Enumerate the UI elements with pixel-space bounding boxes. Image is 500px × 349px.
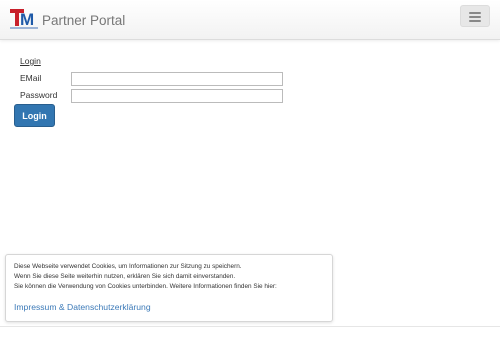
password-field[interactable] bbox=[71, 89, 283, 103]
email-label: EMail bbox=[20, 73, 42, 83]
company-logo: M bbox=[10, 9, 38, 31]
login-button[interactable]: Login bbox=[14, 104, 55, 127]
email-field[interactable] bbox=[71, 72, 283, 86]
login-heading: Login bbox=[20, 56, 41, 66]
cookie-notice-line: Diese Webseite verwendet Cookies, um Inf… bbox=[14, 263, 242, 270]
cookie-notice: Diese Webseite verwendet Cookies, um Inf… bbox=[5, 254, 333, 322]
navbar-toggle-button[interactable] bbox=[460, 5, 490, 27]
logo-lettering: M bbox=[20, 10, 34, 29]
password-label: Password bbox=[20, 90, 58, 100]
top-navbar: M Partner Portal bbox=[0, 0, 500, 40]
portal-title: Partner Portal bbox=[42, 12, 126, 28]
divider bbox=[0, 326, 500, 327]
brand-home-link[interactable]: M Partner Portal bbox=[10, 8, 125, 32]
privacy-policy-link[interactable]: Impressum & Datenschutzerklärung bbox=[14, 302, 151, 312]
cookie-notice-line: Wenn Sie diese Seite weiterhin nutzen, e… bbox=[14, 273, 236, 280]
cookie-notice-line: Sie können die Verwendung von Cookies un… bbox=[14, 283, 277, 290]
